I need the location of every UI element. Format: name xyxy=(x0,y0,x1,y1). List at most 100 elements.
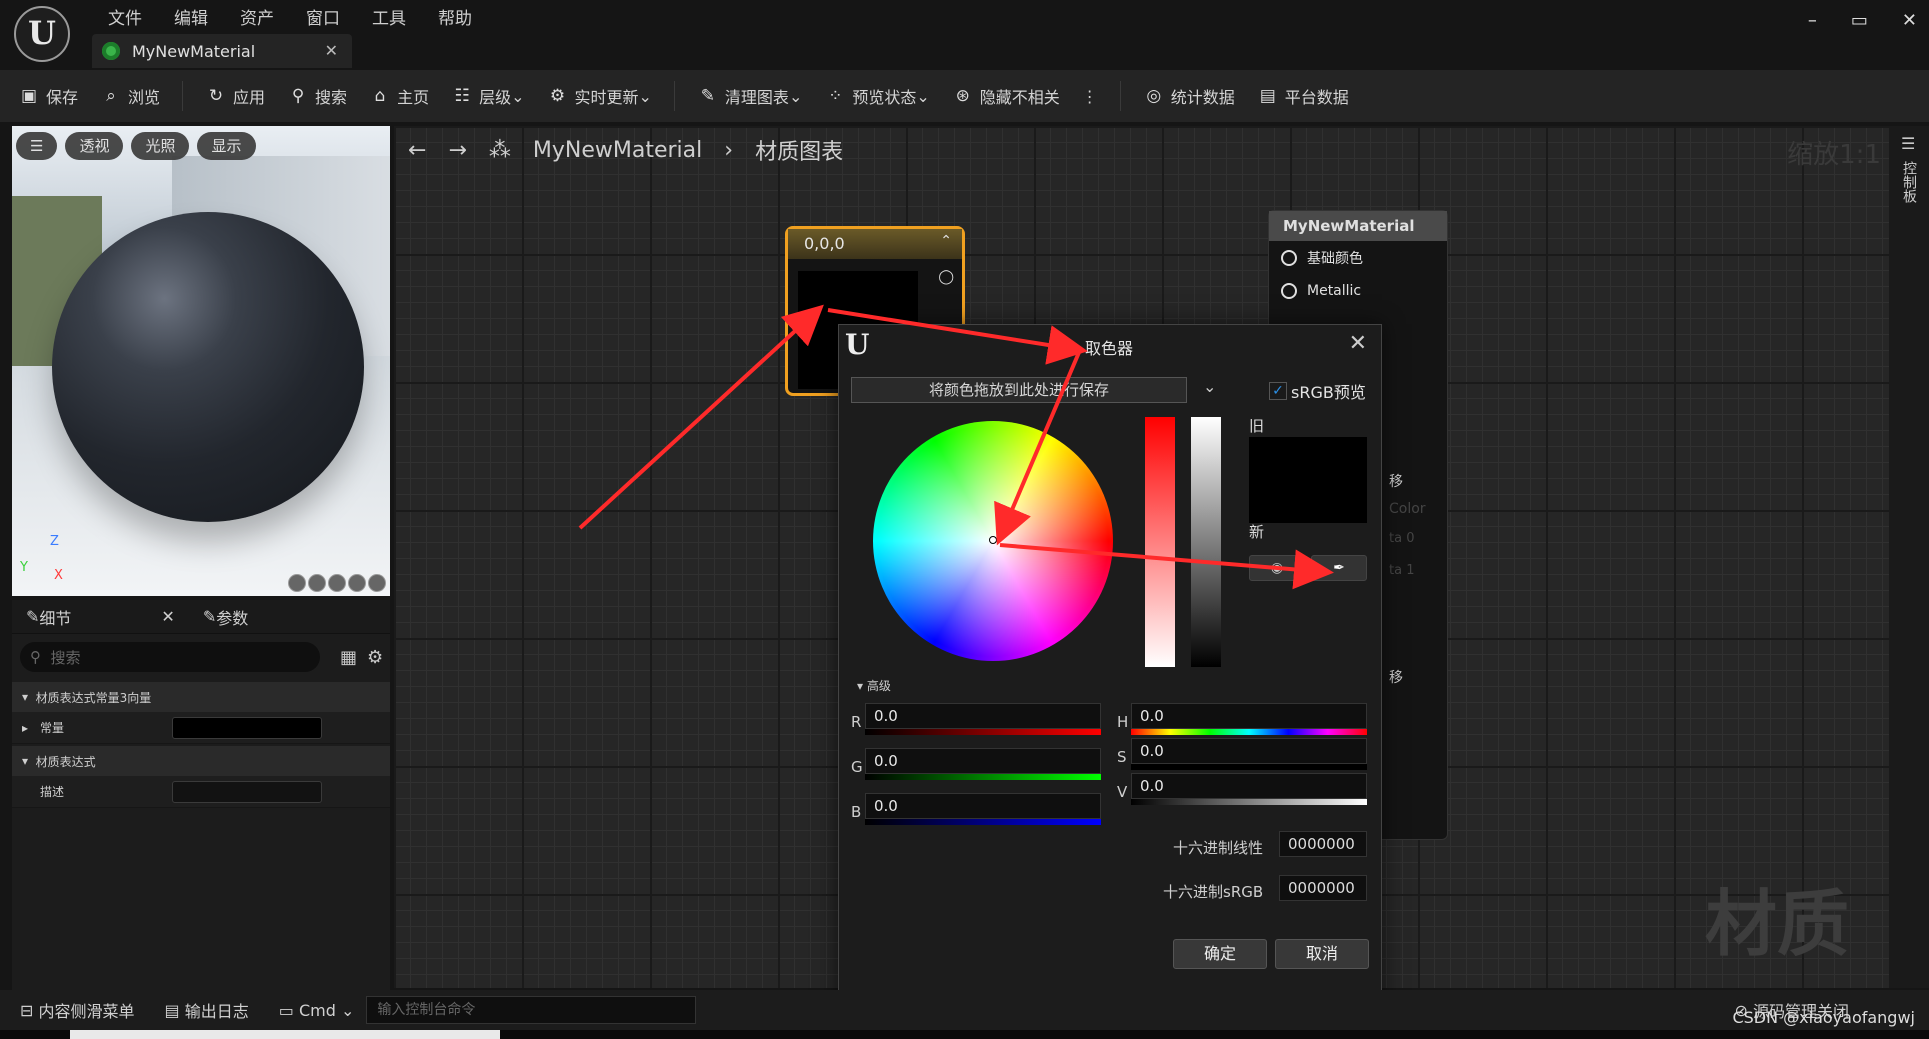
pin-base-color[interactable]: 基础颜色 xyxy=(1269,241,1447,274)
chevron-down-icon: ⌄ xyxy=(916,86,930,106)
menu-help[interactable]: 帮助 xyxy=(422,4,488,29)
unreal-logo-icon[interactable]: U xyxy=(14,6,70,62)
hex-linear-input[interactable]: 0000000 xyxy=(1279,831,1367,857)
details-search-input[interactable]: ⚲ 搜索 xyxy=(20,642,320,672)
platform-icon: ▤ xyxy=(1259,86,1276,106)
b-input[interactable]: 0.0 xyxy=(865,793,1101,819)
home-button[interactable]: ⌂ 主页 xyxy=(369,84,429,108)
value-slider[interactable] xyxy=(1191,417,1221,667)
table-view-icon[interactable]: ▦ xyxy=(340,647,357,668)
g-label: G xyxy=(851,758,863,776)
cmd-dropdown[interactable]: ▭ Cmd ⌄ xyxy=(279,1001,355,1020)
browse-button[interactable]: ⌕ 浏览 xyxy=(100,84,160,108)
minimize-icon[interactable]: – xyxy=(1808,10,1817,31)
breadcrumb-leaf[interactable]: 材质图表 xyxy=(755,134,843,166)
lighting-button[interactable]: 光照 xyxy=(131,132,190,160)
live-update-button[interactable]: ⚙ 实时更新 ⌄ xyxy=(547,84,652,108)
back-arrow-icon[interactable]: ← xyxy=(408,138,426,163)
unreal-logo-icon: U xyxy=(845,328,870,361)
menu-file[interactable]: 文件 xyxy=(92,4,158,29)
cancel-button[interactable]: 取消 xyxy=(1275,939,1369,969)
close-window-icon[interactable]: ✕ xyxy=(1902,10,1917,31)
list-icon[interactable]: ☰ xyxy=(1901,134,1917,153)
preview-viewport[interactable]: ☰ 透视 光照 显示 Z Y X xyxy=(12,126,390,596)
apply-button[interactable]: ↻ 应用 xyxy=(205,84,265,108)
hierarchy-button[interactable]: ☷ 层级 ⌄ xyxy=(451,84,524,108)
plane-icon[interactable] xyxy=(328,574,346,592)
perspective-button[interactable]: 透视 xyxy=(65,132,124,160)
chevron-right-icon: › xyxy=(724,137,734,163)
show-button[interactable]: 显示 xyxy=(197,132,256,160)
h-gradient xyxy=(1131,729,1367,735)
stats-button[interactable]: ◎ 统计数据 xyxy=(1143,84,1234,108)
description-field[interactable] xyxy=(172,781,322,803)
preview-state-button[interactable]: ⁘ 预览状态 ⌄ xyxy=(824,84,930,108)
eyedropper-icon[interactable]: ✒ xyxy=(1311,555,1367,581)
chevron-down-icon[interactable]: ⌄ xyxy=(1203,377,1216,396)
output-log-button[interactable]: ▤ 输出日志 xyxy=(165,998,249,1022)
h-input[interactable]: 0.0 xyxy=(1131,703,1367,729)
menu-asset[interactable]: 资产 xyxy=(224,4,290,29)
tab-details[interactable]: ✎ 细节 ✕ xyxy=(12,605,189,629)
color-wheel-mode-icon[interactable]: ◉ xyxy=(1249,555,1305,581)
more-options-icon[interactable]: ⋮ xyxy=(1082,87,1098,106)
document-tab[interactable]: MyNewMaterial ✕ xyxy=(92,34,352,68)
menu-window[interactable]: 窗口 xyxy=(290,4,356,29)
color-save-dropzone[interactable]: 将颜色拖放到此处进行保存 xyxy=(851,377,1187,403)
menu-tools[interactable]: 工具 xyxy=(356,4,422,29)
viewport-menu-icon[interactable]: ☰ xyxy=(16,132,58,160)
sphere-icon[interactable] xyxy=(308,574,326,592)
s-input[interactable]: 0.0 xyxy=(1131,738,1367,764)
r-gradient xyxy=(865,729,1101,735)
advanced-section[interactable]: ▾ 高级 xyxy=(857,677,891,694)
menu-edit[interactable]: 编辑 xyxy=(158,4,224,29)
b-gradient xyxy=(865,819,1101,825)
output-pin-icon[interactable]: ◯ xyxy=(938,269,954,285)
color-wheel-cursor[interactable] xyxy=(989,536,997,544)
category-constant3vector[interactable]: ▾ 材质表达式常量3向量 xyxy=(12,682,390,712)
chevron-down-icon: ▾ xyxy=(857,679,867,693)
forward-arrow-icon[interactable]: → xyxy=(448,138,466,163)
console-input[interactable]: 输入控制台命令 xyxy=(366,996,697,1024)
pin-label-partial: Color xyxy=(1389,501,1426,517)
hex-linear-label: 十六进制线性 xyxy=(1173,839,1264,857)
cube-icon[interactable] xyxy=(348,574,366,592)
search-button[interactable]: ⚲ 搜索 xyxy=(287,84,347,108)
hide-unrelated-button[interactable]: ⊛ 隐藏不相关 xyxy=(952,84,1060,108)
gear-icon[interactable]: ⚙ xyxy=(367,647,383,668)
constant-color-swatch[interactable] xyxy=(172,717,322,739)
title-bar: U 文件 编辑 资产 窗口 工具 帮助 MyNewMaterial ✕ – ▭ … xyxy=(0,0,1929,68)
chevron-down-icon: ⌄ xyxy=(511,86,525,106)
cylinder-icon[interactable] xyxy=(288,574,306,592)
new-color-label: 新 xyxy=(1249,523,1265,541)
divider xyxy=(182,81,184,111)
saturation-slider[interactable] xyxy=(1145,417,1175,667)
live-update-icon: ⚙ xyxy=(549,86,566,106)
srgb-preview-checkbox[interactable]: ✓ sRGB预览 xyxy=(1269,379,1366,403)
apply-icon: ↻ xyxy=(208,86,224,106)
graph-watermark: 材质 xyxy=(1704,882,1849,966)
hex-srgb-label: 十六进制sRGB xyxy=(1163,883,1264,901)
g-input[interactable]: 0.0 xyxy=(865,748,1101,774)
category-expression[interactable]: ▾ 材质表达式 xyxy=(12,746,390,776)
teapot-icon[interactable] xyxy=(368,574,386,592)
platform-stats-button[interactable]: ▤ 平台数据 xyxy=(1257,84,1349,108)
breadcrumb-root[interactable]: MyNewMaterial xyxy=(533,138,702,163)
property-constant[interactable]: ▸ 常量 xyxy=(12,712,390,744)
restore-icon[interactable]: ▭ xyxy=(1851,10,1868,31)
close-tab-icon[interactable]: ✕ xyxy=(325,41,338,60)
palette-tab[interactable]: 控制板 xyxy=(1899,161,1919,203)
pin-metallic[interactable]: Metallic xyxy=(1269,274,1447,307)
ok-button[interactable]: 确定 xyxy=(1173,939,1267,969)
r-input[interactable]: 0.0 xyxy=(865,703,1101,729)
close-icon[interactable]: ✕ xyxy=(161,607,174,626)
collapse-icon[interactable]: ⌃ xyxy=(940,233,952,249)
clean-graph-button[interactable]: ✎ 清理图表 ⌄ xyxy=(697,84,803,108)
save-button[interactable]: ▣ 保存 xyxy=(18,84,78,108)
hex-srgb-input[interactable]: 0000000 xyxy=(1279,875,1367,901)
window-controls: – ▭ ✕ xyxy=(1808,10,1917,31)
close-icon[interactable]: ✕ xyxy=(1349,331,1367,356)
tab-parameters[interactable]: ✎ 参数 xyxy=(189,605,262,629)
v-input[interactable]: 0.0 xyxy=(1131,773,1367,799)
content-drawer-button[interactable]: ⊟ 内容侧滑菜单 xyxy=(20,998,135,1022)
